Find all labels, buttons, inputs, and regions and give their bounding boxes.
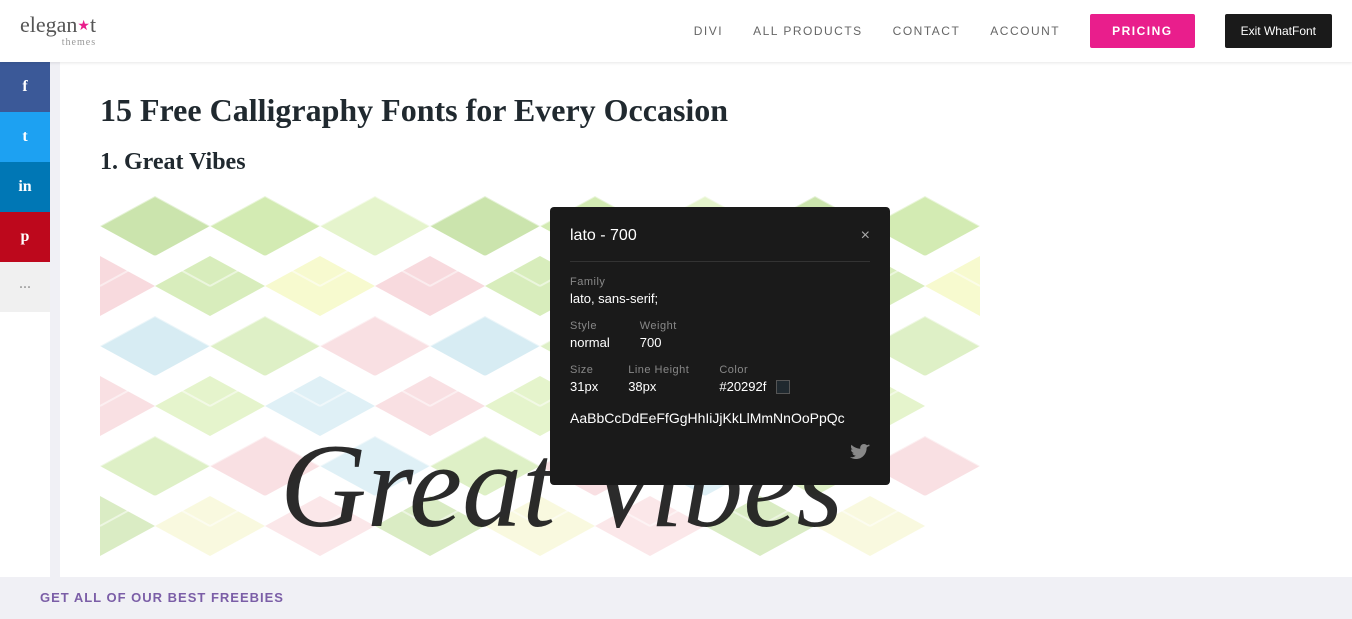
social-facebook-button[interactable]: f (0, 62, 50, 112)
article-title: 15 Free Calligraphy Fonts for Every Occa… (100, 92, 1312, 129)
popup-style-weight-row: Style normal Weight 700 (570, 320, 870, 350)
social-sidebar: f t in p ··· (0, 62, 50, 619)
color-swatch (776, 380, 790, 394)
page-content: 15 Free Calligraphy Fonts for Every Occa… (60, 62, 1352, 619)
popup-title: lato - 700 (570, 227, 637, 245)
popup-weight-value: 700 (640, 335, 677, 350)
popup-size-label: Size (570, 364, 598, 376)
linkedin-icon: in (18, 178, 31, 196)
popup-style-value: normal (570, 335, 610, 350)
popup-lineheight-value: 38px (628, 379, 689, 394)
popup-color-field: Color #20292f (719, 364, 790, 395)
whatfont-popup: lato - 700 × Family lato, sans-serif; St… (550, 207, 890, 485)
nav-contact[interactable]: CONTACT (893, 24, 961, 38)
popup-family-value: lato, sans-serif; (570, 291, 658, 306)
logo-star: ★ (77, 19, 90, 34)
section-title: 1. Great Vibes (100, 149, 1312, 176)
popup-size-row: Size 31px Line Height 38px Color #20292f (570, 364, 870, 395)
freebies-bar: GET ALL OF OUR BEST FREEBIES (0, 577, 1352, 619)
popup-footer (570, 444, 870, 465)
nav-account[interactable]: ACCOUNT (990, 24, 1060, 38)
logo-sub: themes (20, 37, 96, 48)
nav-divi[interactable]: DIVI (694, 24, 723, 38)
main-wrapper: f t in p ··· 15 Free Calligraphy Fonts f… (0, 62, 1352, 619)
social-linkedin-button[interactable]: in (0, 162, 50, 212)
facebook-icon: f (22, 78, 27, 96)
exit-whatfont-button[interactable]: Exit WhatFont (1225, 14, 1332, 48)
popup-close-button[interactable]: × (861, 228, 870, 244)
popup-style-field: Style normal (570, 320, 610, 350)
social-more-button[interactable]: ··· (0, 262, 50, 312)
popup-alphabet: AaBbCcDdEeFfGgHhIiJjKkLlMmNnOoPpQc (570, 409, 870, 429)
popup-size-field: Size 31px (570, 364, 598, 395)
main-nav: DIVI ALL PRODUCTS CONTACT ACCOUNT PRICIN… (694, 14, 1332, 48)
site-header: elegan★t themes DIVI ALL PRODUCTS CONTAC… (0, 0, 1352, 62)
popup-weight-label: Weight (640, 320, 677, 332)
nav-all-products[interactable]: ALL PRODUCTS (753, 24, 863, 38)
more-icon: ··· (19, 280, 31, 295)
popup-color-value: #20292f (719, 379, 790, 395)
popup-divider (570, 261, 870, 262)
twitter-icon: t (22, 128, 27, 146)
popup-family-row: Family lato, sans-serif; (570, 276, 870, 306)
logo-text: elegan★t (20, 12, 96, 37)
popup-lineheight-label: Line Height (628, 364, 689, 376)
popup-color-label: Color (719, 364, 790, 376)
popup-lineheight-field: Line Height 38px (628, 364, 689, 395)
pinterest-icon: p (21, 228, 30, 246)
freebies-link[interactable]: GET ALL OF OUR BEST FREEBIES (40, 590, 284, 605)
logo[interactable]: elegan★t themes (20, 14, 96, 48)
popup-family-field: Family lato, sans-serif; (570, 276, 658, 306)
pricing-button[interactable]: PRICING (1090, 14, 1195, 48)
popup-family-label: Family (570, 276, 658, 288)
social-pinterest-button[interactable]: p (0, 212, 50, 262)
social-twitter-button[interactable]: t (0, 112, 50, 162)
popup-size-value: 31px (570, 379, 598, 394)
popup-weight-field: Weight 700 (640, 320, 677, 350)
popup-style-label: Style (570, 320, 610, 332)
twitter-share-icon[interactable] (850, 444, 870, 465)
popup-header: lato - 700 × (570, 227, 870, 245)
